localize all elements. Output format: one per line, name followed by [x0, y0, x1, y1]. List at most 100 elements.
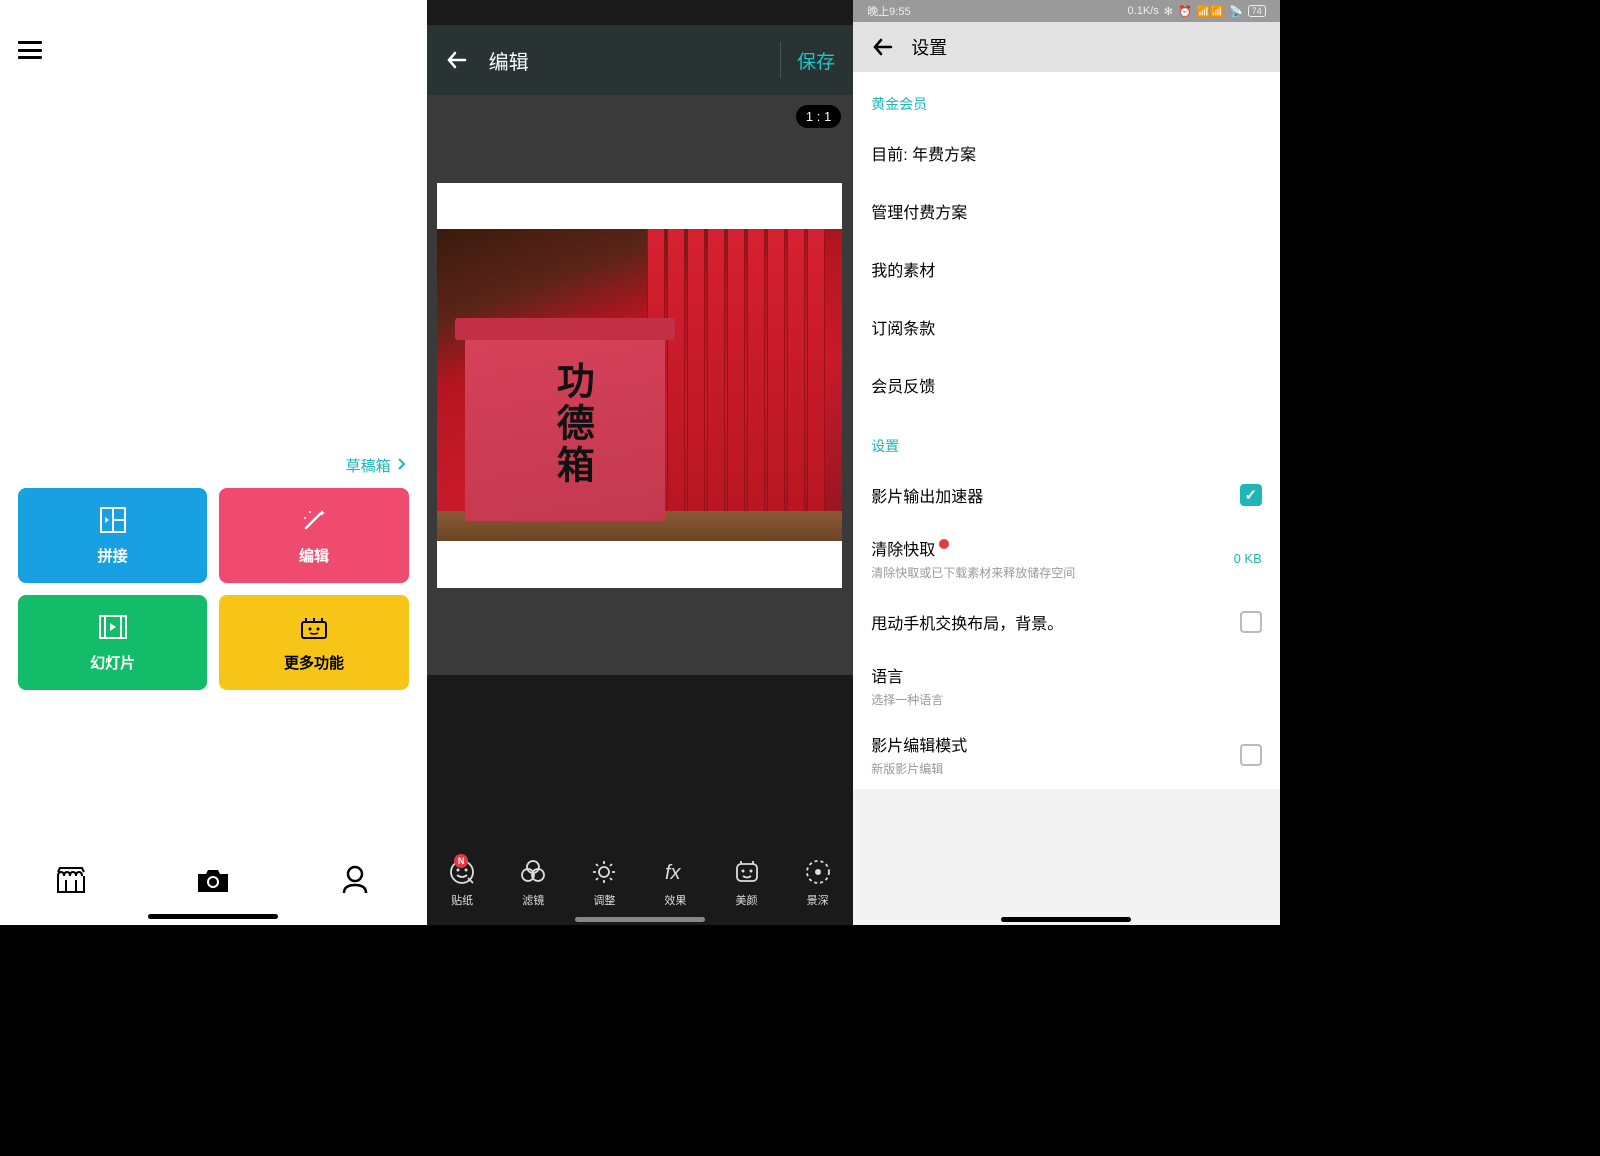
edit-title: 编辑 — [489, 46, 781, 75]
edit-tile[interactable]: 编辑 — [219, 488, 408, 583]
canvas-spacer — [427, 675, 854, 810]
home-screen: 草稿箱 拼接 编辑 幻灯片 更多功能 — [0, 0, 427, 925]
bottom-nav — [0, 835, 427, 925]
tool-depth[interactable]: 景深 — [804, 858, 832, 908]
battery-icon: 74 — [1248, 5, 1266, 17]
tile-label: 幻灯片 — [90, 652, 135, 673]
tool-label: 贴纸 — [451, 892, 473, 908]
row-shake[interactable]: 甩动手机交换布局，背景。 — [871, 593, 1262, 651]
tool-label: 效果 — [664, 892, 686, 908]
row-label: 目前: 年费方案 — [871, 141, 1262, 165]
checkbox[interactable] — [1240, 611, 1262, 633]
slideshow-icon — [98, 612, 128, 642]
collage-icon — [98, 505, 128, 535]
collage-tile[interactable]: 拼接 — [18, 488, 207, 583]
notification-dot — [939, 539, 949, 549]
effect-icon: fx — [661, 858, 689, 886]
row-feedback[interactable]: 会员反馈 — [871, 356, 1262, 414]
wand-icon — [299, 505, 329, 535]
photo-frame: 功德箱 — [437, 183, 842, 588]
photo-content: 功德箱 — [437, 229, 842, 541]
beauty-icon — [733, 858, 761, 886]
row-sublabel: 新版影片编辑 — [871, 760, 1240, 777]
checkbox[interactable] — [1240, 484, 1262, 506]
status-time: 晚上9:55 — [867, 3, 910, 19]
row-label: 语言 — [871, 663, 1262, 687]
home-indicator — [1001, 917, 1131, 922]
home-header — [0, 25, 427, 75]
settings-screen: 晚上9:55 0.1K/s ✻ ⏰ 📶📶 📡 74 设置 黄金会员 目前: 年费… — [853, 0, 1280, 925]
filter-icon — [519, 858, 547, 886]
drafts-label: 草稿箱 — [346, 455, 391, 476]
status-bar: 晚上9:55 0.1K/s ✻ ⏰ 📶📶 📡 74 — [853, 0, 1280, 22]
chevron-right-icon — [397, 457, 407, 475]
menu-icon[interactable] — [18, 41, 42, 59]
row-terms[interactable]: 订阅条款 — [871, 298, 1262, 356]
home-indicator — [148, 914, 278, 919]
slideshow-tile[interactable]: 幻灯片 — [18, 595, 207, 690]
row-accelerator[interactable]: 影片输出加速器 — [871, 466, 1262, 524]
bluetooth-icon: ✻ — [1164, 5, 1173, 18]
section-title-premium: 黄金会员 — [871, 72, 1262, 124]
adjust-icon — [590, 858, 618, 886]
tool-effect[interactable]: fx 效果 — [661, 858, 689, 908]
save-button[interactable]: 保存 — [797, 47, 835, 74]
checkbox[interactable] — [1240, 744, 1262, 766]
more-tile[interactable]: 更多功能 — [219, 595, 408, 690]
tool-adjust[interactable]: 调整 — [590, 858, 618, 908]
row-label: 甩动手机交换布局，背景。 — [871, 610, 1240, 634]
row-current-plan[interactable]: 目前: 年费方案 — [871, 124, 1262, 182]
tool-label: 景深 — [807, 892, 829, 908]
cache-size: 0 KB — [1234, 551, 1262, 566]
row-label: 会员反馈 — [871, 373, 1262, 397]
row-label: 影片输出加速器 — [871, 483, 1240, 507]
tool-label: 美颜 — [736, 892, 758, 908]
row-label: 我的素材 — [871, 257, 1262, 281]
edit-header: 编辑 保存 — [427, 25, 854, 95]
new-badge: N — [454, 854, 468, 868]
profile-nav-icon[interactable] — [337, 862, 373, 898]
signal-icon: 📶📶 — [1197, 5, 1224, 18]
drafts-link[interactable]: 草稿箱 — [0, 455, 427, 488]
box-text: 功德箱 — [550, 361, 590, 487]
row-language[interactable]: 语言 选择一种语言 — [871, 651, 1262, 720]
row-label: 订阅条款 — [871, 315, 1262, 339]
back-icon[interactable] — [871, 35, 895, 59]
edit-toolbar: N 贴纸 滤镜 调整 fx 效果 美颜 景深 — [427, 840, 854, 925]
row-clear-cache[interactable]: 清除快取 清除快取或已下载素材来释放储存空间 0 KB — [871, 524, 1262, 593]
home-indicator — [575, 917, 705, 922]
row-label: 影片编辑模式 — [871, 732, 1240, 756]
tile-grid: 拼接 编辑 幻灯片 更多功能 — [0, 488, 427, 690]
status-net: 0.1K/s — [1128, 5, 1159, 17]
divider — [780, 42, 781, 78]
alarm-icon: ⏰ — [1178, 5, 1192, 18]
donation-box: 功德箱 — [465, 336, 665, 521]
camera-nav-icon[interactable] — [195, 862, 231, 898]
tile-label: 更多功能 — [284, 652, 344, 673]
row-materials[interactable]: 我的素材 — [871, 240, 1262, 298]
aspect-ratio-badge[interactable]: 1 : 1 — [796, 105, 841, 128]
tool-sticker[interactable]: N 贴纸 — [448, 858, 476, 908]
settings-title: 设置 — [911, 34, 947, 60]
depth-icon — [804, 858, 832, 886]
section-title-settings: 设置 — [871, 414, 1262, 466]
row-manage-plan[interactable]: 管理付费方案 — [871, 182, 1262, 240]
home-spacer — [0, 75, 427, 455]
tile-label: 拼接 — [98, 545, 128, 566]
store-nav-icon[interactable] — [53, 862, 89, 898]
tool-label: 调整 — [593, 892, 615, 908]
row-video-edit-mode[interactable]: 影片编辑模式 新版影片编辑 — [871, 720, 1262, 789]
row-label: 清除快取 — [871, 536, 1233, 560]
back-icon[interactable] — [445, 48, 469, 72]
wifi-icon: 📡 — [1229, 5, 1243, 18]
tool-filter[interactable]: 滤镜 — [519, 858, 547, 908]
settings-header: 设置 — [853, 22, 1280, 72]
settings-body: 黄金会员 目前: 年费方案 管理付费方案 我的素材 订阅条款 会员反馈 设置 影… — [853, 72, 1280, 789]
row-sublabel: 清除快取或已下载素材来释放储存空间 — [871, 564, 1233, 581]
tool-beauty[interactable]: 美颜 — [733, 858, 761, 908]
row-sublabel: 选择一种语言 — [871, 691, 1262, 708]
tool-label: 滤镜 — [522, 892, 544, 908]
store-icon — [299, 612, 329, 642]
canvas-area[interactable]: 1 : 1 功德箱 — [427, 95, 854, 675]
svg-text:fx: fx — [665, 862, 682, 884]
